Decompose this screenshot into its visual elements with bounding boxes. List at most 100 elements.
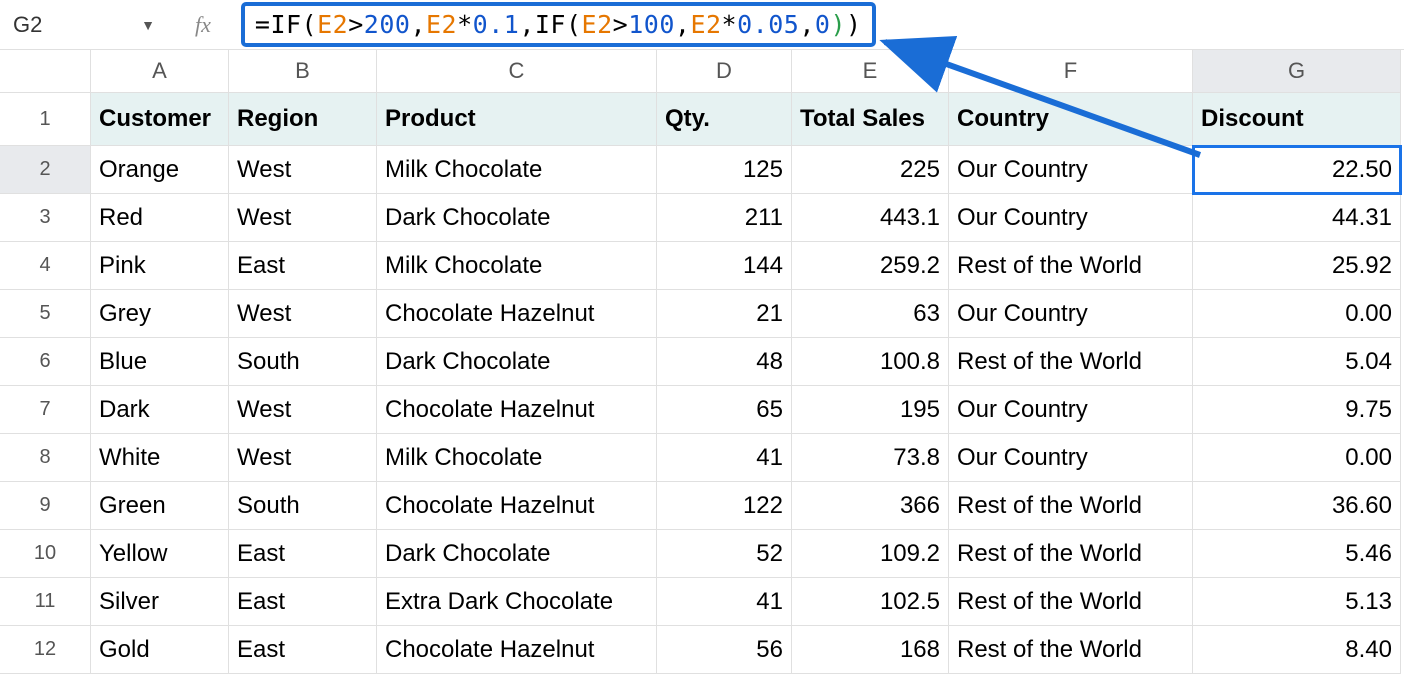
cell-B6[interactable]: South <box>229 338 377 386</box>
cell-F8[interactable]: Our Country <box>949 434 1193 482</box>
header-cell-A[interactable]: Customer <box>91 93 229 146</box>
chevron-down-icon[interactable]: ▼ <box>141 17 155 33</box>
row-header-7[interactable]: 7 <box>0 386 91 434</box>
row-header-6[interactable]: 6 <box>0 338 91 386</box>
column-header-C[interactable]: C <box>377 50 657 93</box>
cell-A5[interactable]: Grey <box>91 290 229 338</box>
cell-F9[interactable]: Rest of the World <box>949 482 1193 530</box>
cell-E2[interactable]: 225 <box>792 146 949 194</box>
cell-A2[interactable]: Orange <box>91 146 229 194</box>
row-header-8[interactable]: 8 <box>0 434 91 482</box>
cell-C10[interactable]: Dark Chocolate <box>377 530 657 578</box>
cell-E5[interactable]: 63 <box>792 290 949 338</box>
cell-D2[interactable]: 125 <box>657 146 792 194</box>
cell-B10[interactable]: East <box>229 530 377 578</box>
cell-C3[interactable]: Dark Chocolate <box>377 194 657 242</box>
row-header-2[interactable]: 2 <box>0 146 91 194</box>
cell-G10[interactable]: 5.46 <box>1193 530 1401 578</box>
cell-G2[interactable]: 22.50 <box>1193 146 1401 194</box>
cell-E4[interactable]: 259.2 <box>792 242 949 290</box>
column-header-G[interactable]: G <box>1193 50 1401 93</box>
row-header-4[interactable]: 4 <box>0 242 91 290</box>
column-header-E[interactable]: E <box>792 50 949 93</box>
name-box[interactable]: G2 ▼ <box>5 12 175 38</box>
cell-C5[interactable]: Chocolate Hazelnut <box>377 290 657 338</box>
cell-B3[interactable]: West <box>229 194 377 242</box>
cell-A12[interactable]: Gold <box>91 626 229 674</box>
cell-F3[interactable]: Our Country <box>949 194 1193 242</box>
cell-D11[interactable]: 41 <box>657 578 792 626</box>
cell-C4[interactable]: Milk Chocolate <box>377 242 657 290</box>
cell-G12[interactable]: 8.40 <box>1193 626 1401 674</box>
cell-C7[interactable]: Chocolate Hazelnut <box>377 386 657 434</box>
cell-F5[interactable]: Our Country <box>949 290 1193 338</box>
cell-B8[interactable]: West <box>229 434 377 482</box>
cell-E8[interactable]: 73.8 <box>792 434 949 482</box>
formula-input[interactable]: =IF(E2>200,E2*0.1,IF(E2>100,E2*0.05,0)) <box>255 10 862 39</box>
cell-C9[interactable]: Chocolate Hazelnut <box>377 482 657 530</box>
header-cell-C[interactable]: Product <box>377 93 657 146</box>
cell-A7[interactable]: Dark <box>91 386 229 434</box>
row-header-3[interactable]: 3 <box>0 194 91 242</box>
cell-G9[interactable]: 36.60 <box>1193 482 1401 530</box>
cell-A3[interactable]: Red <box>91 194 229 242</box>
row-header-11[interactable]: 11 <box>0 578 91 626</box>
header-cell-B[interactable]: Region <box>229 93 377 146</box>
cell-G11[interactable]: 5.13 <box>1193 578 1401 626</box>
column-header-D[interactable]: D <box>657 50 792 93</box>
cell-D3[interactable]: 211 <box>657 194 792 242</box>
cell-B2[interactable]: West <box>229 146 377 194</box>
cell-G3[interactable]: 44.31 <box>1193 194 1401 242</box>
cell-D6[interactable]: 48 <box>657 338 792 386</box>
cell-D9[interactable]: 122 <box>657 482 792 530</box>
cell-E6[interactable]: 100.8 <box>792 338 949 386</box>
cell-A11[interactable]: Silver <box>91 578 229 626</box>
row-header-12[interactable]: 12 <box>0 626 91 674</box>
row-header-10[interactable]: 10 <box>0 530 91 578</box>
cell-B11[interactable]: East <box>229 578 377 626</box>
cell-G6[interactable]: 5.04 <box>1193 338 1401 386</box>
cell-C2[interactable]: Milk Chocolate <box>377 146 657 194</box>
cell-G5[interactable]: 0.00 <box>1193 290 1401 338</box>
header-cell-F[interactable]: Country <box>949 93 1193 146</box>
cell-E12[interactable]: 168 <box>792 626 949 674</box>
header-cell-G[interactable]: Discount <box>1193 93 1401 146</box>
cell-D8[interactable]: 41 <box>657 434 792 482</box>
cell-F7[interactable]: Our Country <box>949 386 1193 434</box>
cell-D4[interactable]: 144 <box>657 242 792 290</box>
cell-B7[interactable]: West <box>229 386 377 434</box>
cell-F10[interactable]: Rest of the World <box>949 530 1193 578</box>
row-header-1[interactable]: 1 <box>0 93 91 146</box>
column-header-B[interactable]: B <box>229 50 377 93</box>
column-header-F[interactable]: F <box>949 50 1193 93</box>
cell-F11[interactable]: Rest of the World <box>949 578 1193 626</box>
cell-E10[interactable]: 109.2 <box>792 530 949 578</box>
header-cell-E[interactable]: Total Sales <box>792 93 949 146</box>
column-header-A[interactable]: A <box>91 50 229 93</box>
cell-A8[interactable]: White <box>91 434 229 482</box>
cell-C12[interactable]: Chocolate Hazelnut <box>377 626 657 674</box>
cell-A4[interactable]: Pink <box>91 242 229 290</box>
cell-E3[interactable]: 443.1 <box>792 194 949 242</box>
cell-A10[interactable]: Yellow <box>91 530 229 578</box>
cell-C8[interactable]: Milk Chocolate <box>377 434 657 482</box>
row-header-9[interactable]: 9 <box>0 482 91 530</box>
cell-D10[interactable]: 52 <box>657 530 792 578</box>
cell-G7[interactable]: 9.75 <box>1193 386 1401 434</box>
header-cell-D[interactable]: Qty. <box>657 93 792 146</box>
row-header-5[interactable]: 5 <box>0 290 91 338</box>
select-all-corner[interactable] <box>0 50 91 93</box>
cell-E9[interactable]: 366 <box>792 482 949 530</box>
cell-B4[interactable]: East <box>229 242 377 290</box>
cell-B9[interactable]: South <box>229 482 377 530</box>
cell-C11[interactable]: Extra Dark Chocolate <box>377 578 657 626</box>
cell-D5[interactable]: 21 <box>657 290 792 338</box>
cell-F12[interactable]: Rest of the World <box>949 626 1193 674</box>
cell-A9[interactable]: Green <box>91 482 229 530</box>
cell-E11[interactable]: 102.5 <box>792 578 949 626</box>
cell-D12[interactable]: 56 <box>657 626 792 674</box>
fx-icon[interactable]: fx <box>195 12 211 38</box>
cell-C6[interactable]: Dark Chocolate <box>377 338 657 386</box>
cell-B5[interactable]: West <box>229 290 377 338</box>
cell-D7[interactable]: 65 <box>657 386 792 434</box>
